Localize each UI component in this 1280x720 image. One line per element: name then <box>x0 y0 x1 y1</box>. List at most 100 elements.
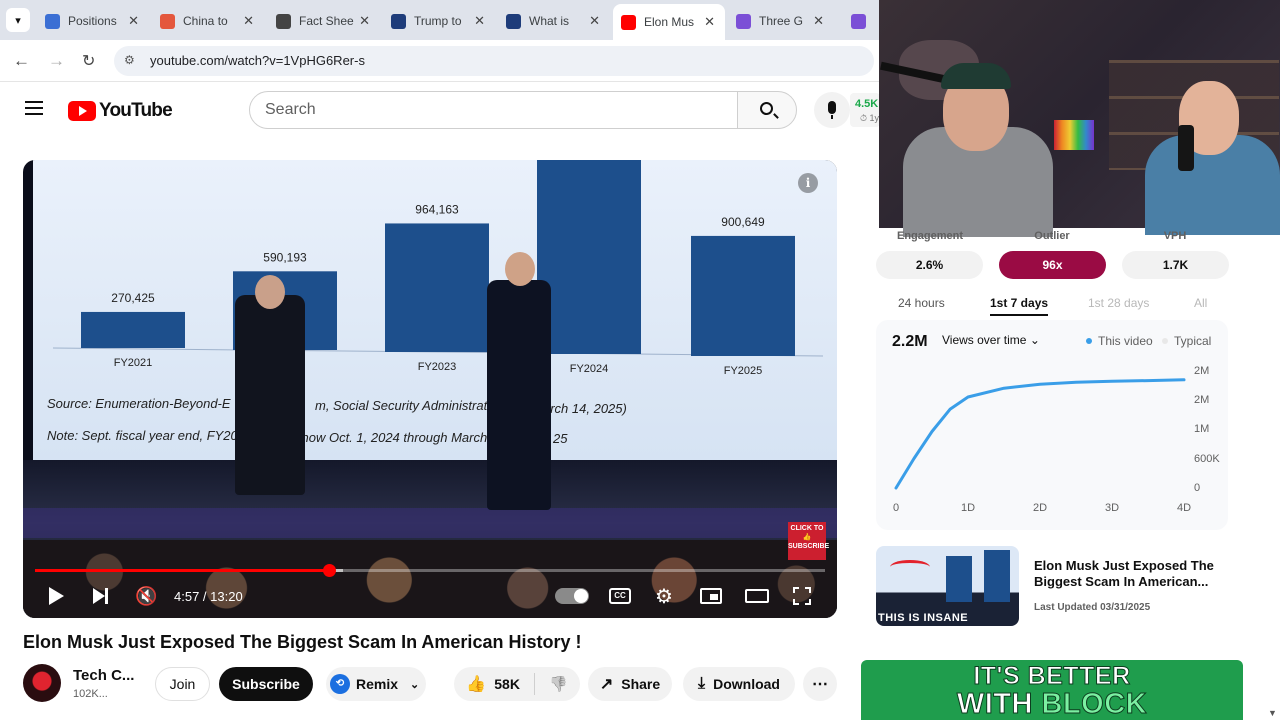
recommended-thumbnail[interactable]: THIS IS INSANE <box>876 546 1019 626</box>
url-text[interactable]: youtube.com/watch?v=1VpHG6Rer-s <box>150 53 365 68</box>
stat-label-engagement: Engagement <box>896 230 963 242</box>
slide-category-label: FY2021 <box>114 357 153 369</box>
like-count[interactable]: 58K <box>494 676 520 692</box>
streamer-left <box>903 55 1053 237</box>
theater-mode-button[interactable] <box>745 584 769 608</box>
views-total: 2.2M <box>892 333 928 350</box>
channel-name[interactable]: Tech C... <box>73 667 134 684</box>
remix-button[interactable]: ⟲ Remix ⌄ <box>326 667 426 701</box>
ad-banner[interactable]: IT'S BETTER WITH BLOCK <box>861 660 1243 720</box>
views-metric-dropdown[interactable]: Views over time ⌄ <box>942 333 1040 347</box>
next-button[interactable] <box>93 584 108 608</box>
browser-tab[interactable]: What is ✕ <box>498 6 610 36</box>
tab-label: Fact Shee <box>299 14 354 28</box>
tab-search-chevron-icon[interactable]: ▾ <box>6 8 30 32</box>
click-to-subscribe-badge[interactable]: CLICK TO 👍 SUBSCRIBE <box>788 522 829 560</box>
remix-icon: ⟲ <box>330 674 350 694</box>
browser-tab[interactable]: China to ✕ <box>152 6 264 36</box>
y-tick-label: 2M <box>1194 365 1209 377</box>
reload-icon[interactable]: ↻ <box>82 51 95 71</box>
captions-button[interactable]: CC <box>609 584 631 608</box>
slide-note-text-2: show Oct. 1, 2024 through March <box>295 430 487 445</box>
back-arrow-icon[interactable]: ← <box>13 51 30 71</box>
slide-bar <box>385 223 489 352</box>
site-settings-icon[interactable]: ⚙ <box>124 53 135 67</box>
microphone-icon <box>828 101 836 114</box>
next-icon <box>93 588 108 604</box>
slide-category-label: FY2024 <box>570 363 609 375</box>
forward-arrow-icon[interactable]: → <box>48 51 65 71</box>
chevron-down-icon[interactable]: ⌄ <box>410 678 419 691</box>
video-player[interactable]: 270,425FY2021590,1932964,163FY2023FY2024… <box>23 160 837 618</box>
thumbs-down-icon[interactable]: 👎 <box>549 675 568 693</box>
url-omnibox[interactable]: ⚙ youtube.com/watch?v=1VpHG6Rer-s <box>114 46 874 76</box>
fullscreen-icon <box>793 587 811 605</box>
slide-value-label: 964,163 <box>415 202 459 216</box>
browser-tab[interactable]: Trump to ✕ <box>383 6 495 36</box>
progress-bar[interactable] <box>35 569 825 572</box>
tab-close-icon[interactable]: ✕ <box>359 13 370 29</box>
recommended-video[interactable]: THIS IS INSANE Elon Musk Just Exposed Th… <box>876 546 1228 630</box>
search-button[interactable] <box>737 91 797 129</box>
tab-close-icon[interactable]: ✕ <box>589 13 600 29</box>
browser-tab[interactable]: Elon Mus ✕ <box>613 4 725 40</box>
more-actions-button[interactable]: ⋯ <box>803 667 837 701</box>
tab-favicon-icon <box>851 13 866 29</box>
mute-button[interactable]: 🔇 <box>135 584 157 608</box>
download-button[interactable]: ⤓ Download <box>683 667 795 701</box>
progress-scrubber[interactable] <box>322 564 336 577</box>
views-over-time-chart: 0 1D 2D 3D 4D 2M 2M 1M 600K 0 <box>893 365 1220 514</box>
autoplay-toggle-icon <box>555 588 589 604</box>
fullscreen-button[interactable] <box>793 584 811 608</box>
menu-hamburger-icon[interactable] <box>25 101 43 115</box>
range-tab-7d[interactable]: 1st 7 days <box>990 296 1049 316</box>
stat-value-outlier: 96x <box>999 251 1106 279</box>
channel-avatar[interactable] <box>23 664 61 702</box>
tab-close-icon[interactable]: ✕ <box>813 13 824 29</box>
voice-search-button[interactable] <box>814 92 850 128</box>
browser-tab-partial[interactable] <box>843 6 879 36</box>
slide-source-text: Source: Enumeration-Beyond-E <box>47 396 231 411</box>
info-icon[interactable]: i <box>798 173 818 193</box>
thumbs-up-icon[interactable]: 👍 <box>466 674 486 694</box>
extension-badge-value: 4.5K <box>855 98 879 110</box>
scroll-down-arrow-icon[interactable]: ▼ <box>1268 708 1277 718</box>
tab-close-icon[interactable]: ✕ <box>128 13 139 29</box>
progress-played <box>35 569 329 572</box>
settings-button[interactable]: ⚙ <box>655 584 673 608</box>
tab-close-icon[interactable]: ✕ <box>704 14 715 30</box>
browser-tab[interactable]: Positions ✕ <box>37 6 149 36</box>
miniplayer-button[interactable] <box>700 584 722 608</box>
autoplay-toggle[interactable] <box>555 584 589 608</box>
recommended-title[interactable]: Elon Musk Just Exposed The Biggest Scam … <box>1034 558 1224 590</box>
play-button[interactable] <box>49 584 64 608</box>
recommended-updated: Last Updated 03/31/2025 <box>1034 602 1151 613</box>
tab-label: Positions <box>68 14 117 28</box>
range-tab-28d[interactable]: 1st 28 days <box>1088 296 1149 310</box>
subscribe-button[interactable]: Subscribe <box>219 667 313 701</box>
youtube-logo[interactable]: YouTube <box>68 100 173 122</box>
channel-subscriber-count: 102K... <box>73 688 108 700</box>
range-tab-all[interactable]: All <box>1194 296 1207 310</box>
time-display: 4:57 / 13:20 <box>174 588 243 604</box>
browser-tab[interactable]: Three G ✕ <box>728 6 834 36</box>
range-tab-24h[interactable]: 24 hours <box>898 296 945 310</box>
stat-label-vph: VPH <box>1163 230 1187 242</box>
slide-value-label: 270,425 <box>111 291 155 305</box>
like-dislike-group: 👍 58K 👎 <box>454 667 580 701</box>
search-input[interactable] <box>265 101 715 119</box>
slide-bar <box>537 160 641 354</box>
tab-label: Trump to <box>414 14 462 28</box>
gear-icon: ⚙ <box>655 585 673 608</box>
tab-close-icon[interactable]: ✕ <box>243 13 254 29</box>
browser-tab[interactable]: Fact Shee ✕ <box>268 6 380 36</box>
tab-close-icon[interactable]: ✕ <box>474 13 485 29</box>
share-button[interactable]: ↗ Share <box>588 667 672 701</box>
tab-favicon-icon <box>736 13 751 29</box>
youtube-header: YouTube 4.5K ⏱ 1y <box>0 82 880 138</box>
stat-label-outlier: Outlier <box>1034 230 1070 242</box>
extension-badge[interactable]: 4.5K ⏱ 1y <box>850 93 880 127</box>
slide-category-label: FY2025 <box>724 365 763 377</box>
join-button[interactable]: Join <box>155 667 210 701</box>
slide-value-label: 590,193 <box>263 250 307 264</box>
